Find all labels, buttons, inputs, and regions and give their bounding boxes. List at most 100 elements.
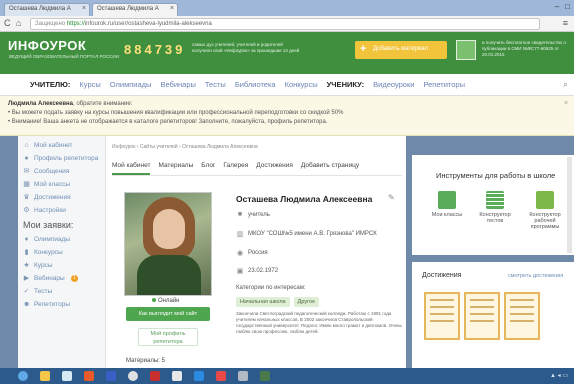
materials-count[interactable]: Материалы: 5 [126,358,165,364]
profile-school: ▥ МКОУ "СОШ№5 имени А.В. Грязнова" ИМРСК [236,230,377,238]
app-icon[interactable] [260,371,270,381]
play-icon: ▶ [23,275,30,282]
close-icon[interactable]: × [170,5,174,12]
interest-tag[interactable]: Начальная школа [236,297,290,307]
sidebar-item-label: Достижения [34,194,71,201]
interest-tag[interactable]: Другое [293,297,320,307]
tool-label: Конструктор тестов [479,212,511,224]
greeting-rest: , обратите внимание: [73,101,133,107]
sidebar-item-classes[interactable]: ▦ Мой классы [23,181,100,188]
view-site-button[interactable]: Как выглядит мой сайт [126,307,210,321]
sidebar-item-cabinet[interactable]: ⌂ Мой кабинет [23,142,100,149]
message-icon: ✉ [23,168,30,175]
media-icon[interactable] [106,371,116,381]
profile-panel: Инфоурок › Сайты учителей › Осташева Люд… [106,136,406,368]
url-field[interactable]: Защищено https://infourok.ru/user/ostash… [30,18,540,30]
tools-panel: Инструменты для работы в школе Мои класс… [412,155,574,255]
certificate-thumbnail[interactable] [464,292,500,340]
breadcrumb[interactable]: Инфоурок › Сайты учителей › Осташева Люд… [112,144,258,150]
sidebar-item-settings[interactable]: ⚙ Настройки [23,207,100,214]
tab-cabinet[interactable]: Мой кабинет [112,162,151,175]
app-icon[interactable] [84,371,94,381]
gear-icon: ⚙ [23,207,30,214]
site-header: ИНФОУРОК ВЕДУЩИЙ ОБРАЗОВАТЕЛЬНЫЙ ПОРТАЛ … [0,32,574,74]
user-icon: ● [24,155,29,162]
sidebar-item-tutors[interactable]: ☻ Репетиторы [23,301,100,308]
home-icon[interactable]: ⌂ [16,18,21,28]
counter-caption: самых дух учителей, учителей и родителей… [192,42,300,53]
app-icon[interactable] [238,371,248,381]
nav-item-courses[interactable]: Курсы [79,80,100,89]
nav-item-olympiads[interactable]: Олимпиады [110,80,152,89]
nav-item-contests[interactable]: Конкурсы [285,80,318,89]
sidebar-item-messages[interactable]: ✉ Сообщения [23,168,100,175]
sidebar-item-label: Курсы [34,262,53,269]
nav-item-webinars[interactable]: Вебинары [160,80,195,89]
app-icon[interactable] [172,371,182,381]
sidebar-item-achievements[interactable]: ♛ Достижения [23,194,100,201]
teacher-nav-label: УЧИТЕЛЮ: [30,80,71,89]
sidebar-item-tests[interactable]: ✓ Тесты [23,288,100,295]
url-path: infourok.ru/user/ostasheva-lyudmila-alek… [84,21,212,27]
notice-line[interactable]: • Вы можете подать заявку на курсы повыш… [8,109,566,118]
interest-tags: Начальная школа Другое [236,297,320,307]
profile-photo[interactable] [124,192,212,296]
sidebar-item-courses[interactable]: ★ Курсы [23,262,100,269]
nav-item-videolessons[interactable]: Видеоуроки [373,80,414,89]
explorer-icon[interactable] [62,371,72,381]
sidebar-item-label: Репетиторы [34,301,70,308]
achievements-link[interactable]: смотреть достижения [508,273,563,279]
skype-icon[interactable] [194,371,204,381]
sidebar-item-webinars[interactable]: ▶ Вебинары 1 [23,275,100,282]
tests-icon [486,191,504,209]
search-icon[interactable]: ⌕ [563,79,568,90]
tab-materials[interactable]: Материалы [158,162,193,175]
tool-my-classes[interactable]: Мои классы [424,191,470,218]
sidebar-item-contests[interactable]: ▮ Конкурсы [23,249,100,256]
notice-line[interactable]: • Внимание! Ваша анкета не отображается … [8,118,566,127]
nav-item-library[interactable]: Библиотека [235,80,276,89]
online-label: Онлайн [158,298,180,304]
maximize-icon[interactable]: □ [565,2,570,11]
yandex-icon[interactable] [150,371,160,381]
sidebar-item-olympiads[interactable]: ♦ Олимпиады [23,236,100,243]
tool-test-builder[interactable]: Конструктор тестов [472,191,518,224]
profile-role: ■ учитель [236,211,270,218]
site-logo[interactable]: ИНФОУРОК [8,38,86,53]
tool-program-builder[interactable]: Конструктор рабочей программы [522,191,568,230]
online-status: Онлайн [152,298,179,304]
nav-item-tests[interactable]: Тесты [205,80,226,89]
scrollbar[interactable] [567,157,572,253]
tab-gallery[interactable]: Галерея [223,162,248,175]
tutor-profile-button[interactable]: Мой профиль репетитора [138,328,198,346]
app-icon[interactable] [216,371,226,381]
browser-menu-icon[interactable]: ≡ [563,18,568,28]
tab-achievements[interactable]: Достижения [256,162,293,175]
close-icon[interactable]: × [564,99,568,108]
system-tray[interactable]: ▲ ◂ ▭ [550,372,568,379]
back-icon[interactable]: C [4,18,11,28]
tab-blog[interactable]: Блог [201,162,215,175]
folder-icon[interactable] [40,371,50,381]
certificate-thumbnail[interactable] [424,292,460,340]
program-icon [536,191,554,209]
edit-icon[interactable]: ✎ [388,193,395,202]
sidebar-item-tutor-profile[interactable]: ● Профиль репетитора [23,155,100,162]
sidebar-item-label: Сообщения [34,168,70,175]
tool-label: Конструктор рабочей программы [529,212,561,230]
chrome-icon[interactable] [128,371,138,381]
browser-tab-active[interactable]: Осташева Людмила А × [92,3,178,16]
tab-add-page[interactable]: Добавить страницу [301,162,359,175]
start-icon[interactable] [18,371,28,381]
calendar-icon: ▣ [236,268,244,275]
add-material-button[interactable]: + Добавить материал [355,41,447,59]
birthdate-text: 23.02.1972 [248,268,279,274]
browser-tab[interactable]: Осташева Людмила А × [4,3,90,16]
tab-title: Осташева Людмила А [9,6,71,12]
location-icon: ◉ [236,250,244,257]
minimize-icon[interactable]: – [555,2,559,11]
interests-label: Категории по интересам: [236,285,306,291]
certificate-thumbnail[interactable] [504,292,540,340]
nav-item-tutors[interactable]: Репетиторы [423,80,465,89]
close-icon[interactable]: × [82,5,86,12]
